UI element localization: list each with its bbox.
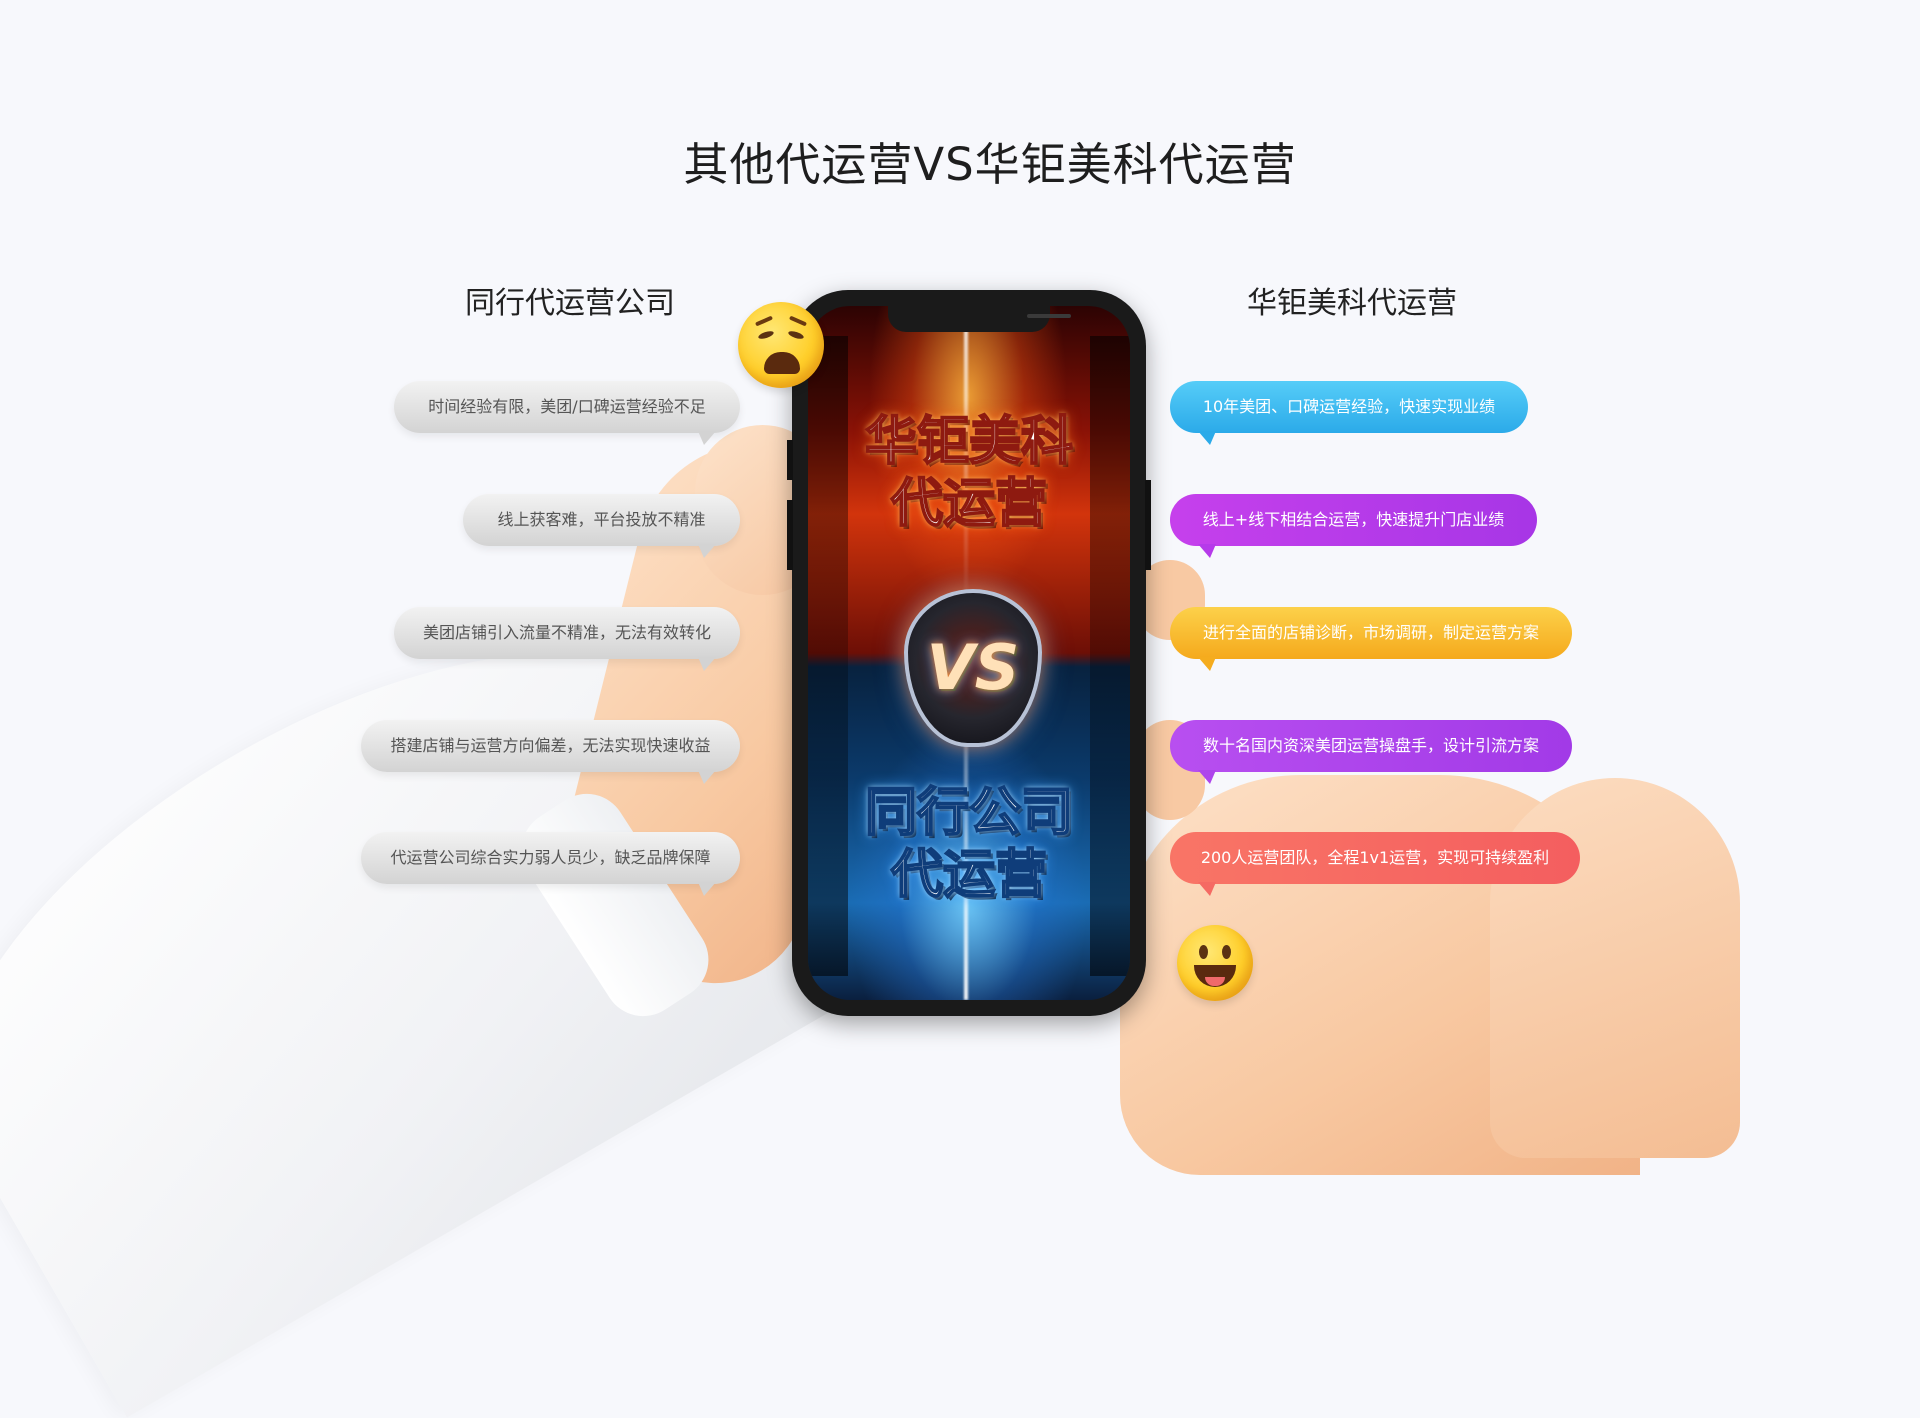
advantage-point-2: 线上+线下相结合运营，快速提升门店业绩 <box>1170 494 1537 558</box>
phone-mockup: 华钜美科 代运营 VS 同行公司 代运营 <box>787 290 1151 1016</box>
phone-screen: 华钜美科 代运营 VS 同行公司 代运营 <box>808 306 1130 1000</box>
competitor-point-5: 代运营公司综合实力弱人员少，缺乏品牌保障 <box>361 832 740 896</box>
competitor-point-1: 时间经验有限，美团/口碑运营经验不足 <box>394 381 740 445</box>
page-title: 其他代运营VS华钜美科代运营 <box>683 138 1297 191</box>
poster-competitor-line2: 代运营 <box>890 844 1048 906</box>
phone-side-button <box>787 440 793 480</box>
advantage-point-3: 进行全面的店铺诊断，市场调研，制定运营方案 <box>1170 607 1572 671</box>
poster-competitor-line1: 同行公司 <box>864 782 1074 844</box>
poster-brand-line2: 代运营 <box>890 473 1048 535</box>
vs-text: VS <box>926 631 1020 704</box>
phone-volume-button <box>787 500 793 570</box>
vs-badge: VS <box>904 589 1042 747</box>
phone-notch <box>888 306 1071 332</box>
phone-power-button <box>1145 480 1151 570</box>
happy-face-icon <box>1177 925 1253 1001</box>
right-column-heading: 华钜美科代运营 <box>1247 286 1457 321</box>
competitor-point-2: 线上获客难，平台投放不精准 <box>463 494 740 558</box>
advantage-point-1: 10年美团、口碑运营经验，快速实现业绩 <box>1170 381 1528 445</box>
competitor-point-4: 搭建店铺与运营方向偏差，无法实现快速收益 <box>361 720 740 784</box>
left-column-heading: 同行代运营公司 <box>465 286 675 321</box>
advantage-point-4: 数十名国内资深美团运营操盘手，设计引流方案 <box>1170 720 1572 784</box>
phone-speaker <box>1027 314 1071 318</box>
advantage-point-5: 200人运营团队，全程1v1运营，实现可持续盈利 <box>1170 832 1580 896</box>
competitor-point-3: 美团店铺引入流量不精准，无法有效转化 <box>394 607 740 671</box>
poster-brand-line1: 华钜美科 <box>864 411 1074 473</box>
sad-face-icon <box>738 302 824 388</box>
